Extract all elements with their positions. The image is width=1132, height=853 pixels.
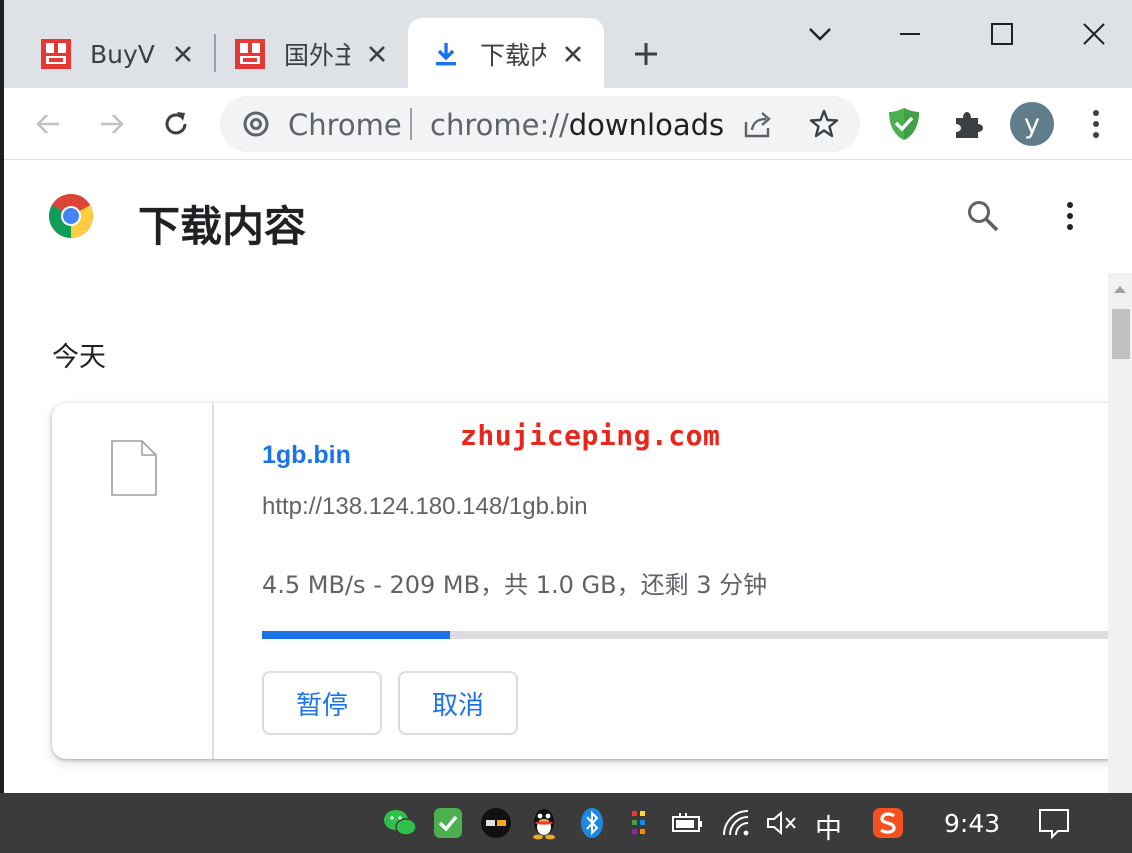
card-divider <box>212 403 214 759</box>
omnibox-url-path: downloads <box>568 108 725 142</box>
file-icon <box>110 439 158 502</box>
sogou-input-icon[interactable] <box>870 805 906 841</box>
tab-buyvm[interactable]: BuyVM <box>4 20 196 88</box>
wechat-tray-icon[interactable] <box>382 805 418 841</box>
minimize-button[interactable] <box>890 14 930 54</box>
tab-search-chevron-down-icon[interactable] <box>800 14 840 54</box>
maximize-button[interactable] <box>982 14 1022 54</box>
omnibox-url: chrome://downloads <box>430 108 724 142</box>
tab-close-icon[interactable] <box>560 41 586 67</box>
tab-close-icon[interactable] <box>364 41 390 67</box>
input-method-indicator[interactable]: 中 <box>815 807 842 846</box>
browser-toolbar: Chrome chrome://downloads y <box>4 88 1132 160</box>
browser-menu-icon[interactable] <box>1074 102 1118 146</box>
date-section-label: 今天 <box>52 342 106 373</box>
page-scrollbar[interactable] <box>1108 273 1132 793</box>
windows-taskbar: 中 9:43 <box>0 793 1132 853</box>
battery-charging-icon[interactable] <box>670 805 706 841</box>
cancel-button[interactable]: 取消 <box>398 671 518 735</box>
bookmark-star-icon[interactable] <box>808 108 840 145</box>
tab-close-icon[interactable] <box>170 41 196 67</box>
tab-title: 下载内 <box>480 41 546 70</box>
wifi-icon[interactable] <box>720 805 756 841</box>
extensions-puzzle-icon[interactable] <box>946 102 990 146</box>
tab-hosting[interactable]: 国外主 <box>198 20 390 88</box>
share-icon[interactable] <box>742 108 774 145</box>
volume-muted-icon[interactable] <box>764 805 800 841</box>
download-icon <box>430 38 462 70</box>
scroll-up-arrow-icon[interactable] <box>1113 281 1127 299</box>
security-shield-tray-icon[interactable] <box>430 805 466 841</box>
chrome-site-icon <box>242 110 270 143</box>
tab-title: BuyVM <box>90 39 156 69</box>
bluetooth-icon[interactable] <box>574 805 610 841</box>
adguard-extension-icon[interactable] <box>882 102 926 146</box>
new-tab-button[interactable] <box>628 36 664 72</box>
reload-button[interactable] <box>154 102 198 146</box>
omnibox-url-scheme: chrome:// <box>430 108 569 142</box>
close-window-button[interactable] <box>1074 14 1114 54</box>
downloads-page: 下载内容 今天 1gb.bin zhujiceping.com http://1… <box>4 161 1132 793</box>
media-app-tray-icon[interactable] <box>478 805 514 841</box>
browser-window: BuyVM 国外主 下载内 <box>4 0 1132 793</box>
qq-penguin-tray-icon[interactable] <box>526 805 562 841</box>
back-button[interactable] <box>26 102 70 146</box>
scrollbar-thumb[interactable] <box>1112 309 1130 359</box>
tab-title: 国外主 <box>284 41 350 70</box>
forward-button[interactable] <box>90 102 134 146</box>
file-name-link[interactable]: 1gb.bin <box>262 441 351 470</box>
chrome-logo-icon <box>48 193 94 244</box>
address-bar[interactable]: Chrome chrome://downloads <box>220 96 860 152</box>
download-item-card: 1gb.bin zhujiceping.com http://138.124.1… <box>52 403 1132 759</box>
download-status: 4.5 MB/s - 209 MB，共 1.0 GB，还剩 3 分钟 <box>262 571 768 599</box>
site-favicon <box>234 38 266 70</box>
download-progress-fill <box>262 631 451 639</box>
tab-strip: BuyVM 国外主 下载内 <box>4 0 1132 88</box>
omnibox-divider <box>410 108 412 140</box>
omnibox-site-label: Chrome <box>288 108 402 142</box>
watermark-text: zhujiceping.com <box>460 419 721 452</box>
download-progress-bar <box>262 631 1132 639</box>
page-more-menu-icon[interactable] <box>1066 201 1074 236</box>
file-source-url: http://138.124.180.148/1gb.bin <box>262 493 588 520</box>
profile-avatar[interactable]: y <box>1010 102 1054 146</box>
pause-button[interactable]: 暂停 <box>262 671 382 735</box>
page-title: 下载内容 <box>138 202 307 251</box>
site-favicon <box>40 38 72 70</box>
search-icon[interactable] <box>966 199 1000 238</box>
color-grid-tray-icon[interactable] <box>622 805 658 841</box>
taskbar-clock[interactable]: 9:43 <box>944 809 1000 838</box>
notification-center-icon[interactable] <box>1036 805 1072 841</box>
tab-downloads[interactable]: 下载内 <box>394 20 586 88</box>
